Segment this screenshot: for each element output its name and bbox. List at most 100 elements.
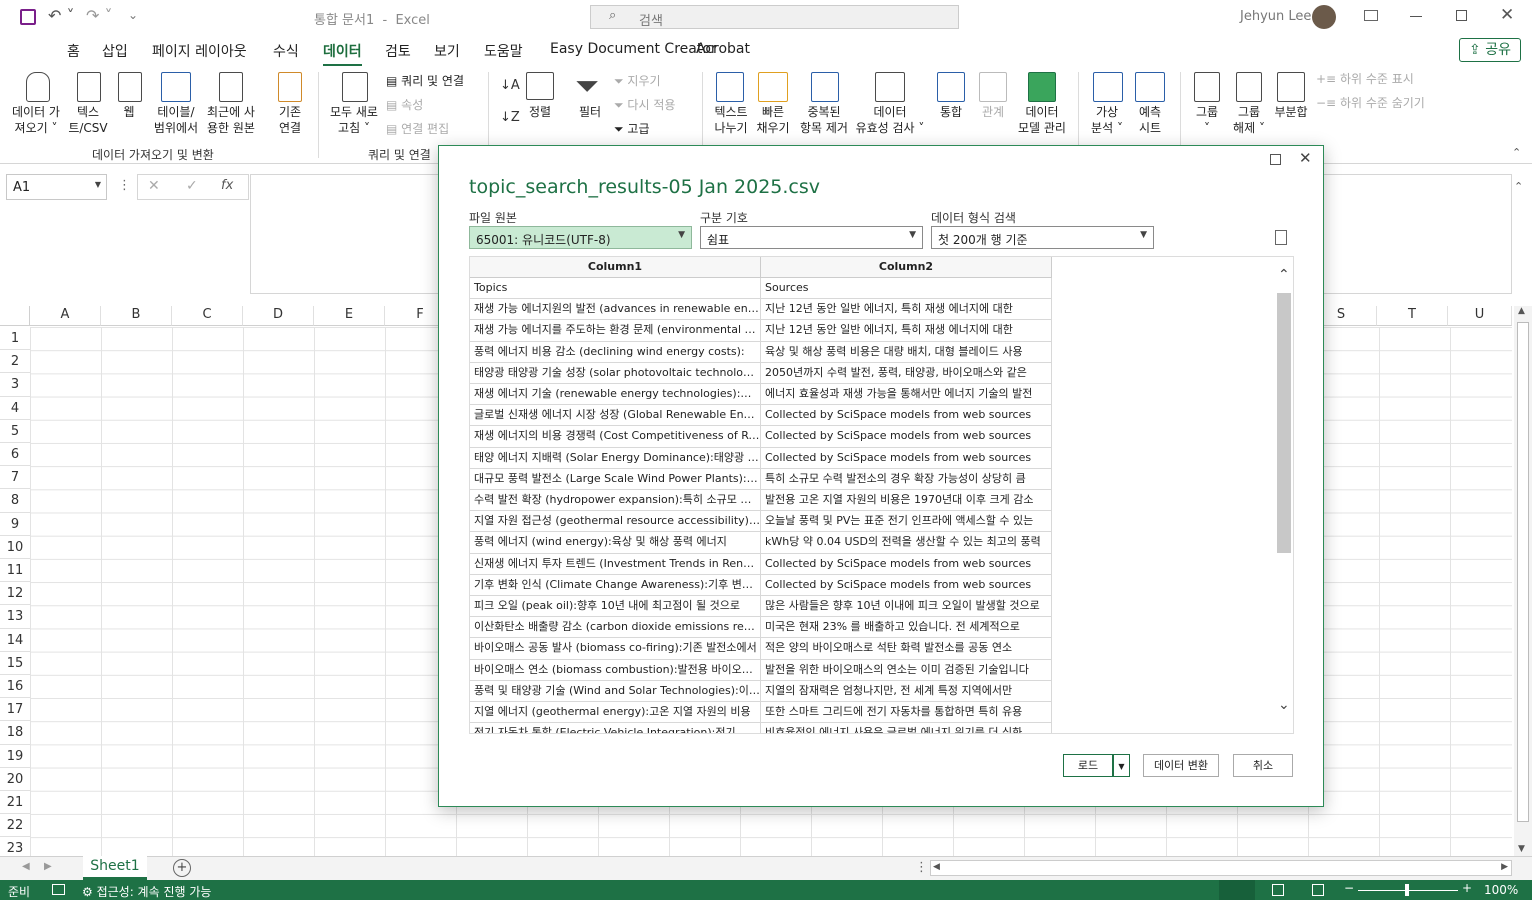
from-table-range-button[interactable]: 테이블/ 범위에서 <box>150 104 202 136</box>
enter-icon[interactable]: ✓ <box>186 178 198 194</box>
macro-icon[interactable] <box>52 884 65 895</box>
scroll-down-icon[interactable]: ▼ <box>1518 844 1525 854</box>
zoom-level[interactable]: 100% <box>1484 883 1518 897</box>
view-page-break-icon[interactable] <box>1312 884 1324 896</box>
row-header[interactable]: 12 <box>0 582 30 606</box>
ribbon-display-icon[interactable] <box>1364 10 1378 21</box>
load-dropdown-button[interactable]: ▼ <box>1113 754 1130 777</box>
row-header[interactable]: 13 <box>0 605 30 629</box>
tab-formulas[interactable]: 수식 <box>273 41 299 61</box>
properties-button[interactable]: ▤ 속성 <box>386 96 423 113</box>
minimize-icon[interactable] <box>1410 16 1422 17</box>
row-header[interactable]: 8 <box>0 489 30 513</box>
undo-icon[interactable]: ↶ ˅ <box>48 6 75 25</box>
refresh-preview-icon[interactable] <box>1275 230 1287 245</box>
tab-home[interactable]: 홈 <box>67 41 80 61</box>
horizontal-scrollbar[interactable]: ◀ ▶ <box>930 860 1512 876</box>
sheet-tab[interactable]: Sheet1 <box>83 856 147 880</box>
load-button[interactable]: 로드 <box>1063 754 1113 777</box>
view-page-layout-icon[interactable] <box>1272 884 1284 896</box>
show-detail-button[interactable]: +≡ 하위 수준 표시 <box>1316 70 1414 87</box>
refresh-all-button[interactable]: 모두 새로 고침 ˅ <box>324 104 384 136</box>
edit-links-button[interactable]: ▤ 연결 편집 <box>386 120 449 137</box>
tab-page-layout[interactable]: 페이지 레이아웃 <box>152 41 247 61</box>
save-icon[interactable] <box>20 9 36 25</box>
row-header[interactable]: 19 <box>0 745 30 768</box>
existing-connections-button[interactable]: 기존 연결 <box>268 104 312 136</box>
row-header[interactable]: 15 <box>0 652 30 675</box>
manage-data-model-button[interactable]: 데이터 모델 관리 <box>1010 104 1074 136</box>
row-header[interactable]: 2 <box>0 350 30 374</box>
row-header[interactable]: 17 <box>0 698 30 722</box>
tab-review[interactable]: 검토 <box>385 41 411 61</box>
scroll-right-icon[interactable]: ▶ <box>1501 862 1508 872</box>
maximize-icon[interactable] <box>1456 10 1467 21</box>
view-normal-icon[interactable] <box>1219 880 1255 900</box>
row-header[interactable]: 4 <box>0 397 30 420</box>
tab-data[interactable]: 데이터 <box>323 41 362 67</box>
column-header[interactable]: C <box>172 306 243 326</box>
column-header[interactable]: D <box>243 306 314 326</box>
row-header[interactable]: 20 <box>0 768 30 791</box>
sort-za-icon[interactable]: ↓Z <box>500 110 520 125</box>
row-header[interactable]: 10 <box>0 536 30 559</box>
preview-scrollbar[interactable]: ⌃ ⌄ <box>1274 257 1293 733</box>
delimiter-select[interactable]: 쉼표 ▼ <box>700 226 923 249</box>
user-name[interactable]: Jehyun Lee <box>1240 9 1311 24</box>
avatar[interactable] <box>1312 5 1336 29</box>
tab-view[interactable]: 보기 <box>434 41 460 61</box>
scroll-up-icon[interactable]: ⌃ <box>1278 267 1290 283</box>
forecast-sheet-button[interactable]: 예측 시트 <box>1132 104 1168 136</box>
hide-detail-button[interactable]: −≡ 하위 수준 숨기기 <box>1316 94 1425 111</box>
next-sheet-icon[interactable]: ▶ <box>44 861 52 872</box>
row-header[interactable]: 7 <box>0 466 30 490</box>
column-header[interactable]: A <box>30 306 101 326</box>
column-header[interactable]: U <box>1448 306 1512 326</box>
cancel-button[interactable]: 취소 <box>1233 754 1293 777</box>
group-button[interactable]: 그룹 ˅ <box>1190 104 1224 136</box>
file-origin-select[interactable]: 65001: 유니코드(UTF-8) ▼ <box>469 226 692 249</box>
clear-button[interactable]: ⏷ 지우기 <box>614 72 661 89</box>
sort-az-icon[interactable]: ↓A <box>500 78 520 93</box>
transform-data-button[interactable]: 데이터 변환 <box>1143 754 1219 777</box>
column-header[interactable]: T <box>1377 306 1448 326</box>
advanced-button[interactable]: ⏷ 고급 <box>614 120 650 137</box>
column-header[interactable]: B <box>101 306 172 326</box>
tab-insert[interactable]: 삽입 <box>102 41 128 61</box>
row-header[interactable]: 22 <box>0 814 30 838</box>
redo-icon[interactable]: ↷ ˅ <box>86 6 113 25</box>
row-header[interactable]: 21 <box>0 791 30 815</box>
flash-fill-button[interactable]: 빠른 채우기 <box>752 104 794 136</box>
sort-button[interactable]: 정렬 <box>524 104 556 120</box>
row-header[interactable]: 11 <box>0 559 30 583</box>
get-data-button[interactable]: 데이터 가 져오기 ˅ <box>6 104 66 136</box>
recent-sources-button[interactable]: 최근에 사 용한 원본 <box>202 104 260 136</box>
queries-connections-button[interactable]: ▤ 쿼리 및 연결 <box>386 72 464 89</box>
tab-easy-document-creator[interactable]: Easy Document Creator <box>550 41 717 57</box>
vertical-scrollbar[interactable]: ▲ ▼ <box>1514 306 1532 856</box>
consolidate-button[interactable]: 통합 <box>934 104 968 120</box>
ungroup-button[interactable]: 그룹 해제 ˅ <box>1226 104 1272 136</box>
collapse-formula-icon[interactable]: ⌃ <box>1514 180 1523 193</box>
insert-function-icon[interactable]: fx <box>221 178 233 193</box>
zoom-thumb[interactable] <box>1405 884 1409 896</box>
data-type-detection-select[interactable]: 첫 200개 행 기준 ▼ <box>931 226 1154 249</box>
name-box[interactable]: A1 ▼ <box>6 174 107 200</box>
row-header[interactable]: 18 <box>0 721 30 745</box>
reapply-button[interactable]: ⏷ 다시 적용 <box>614 96 675 113</box>
tab-acrobat[interactable]: Acrobat <box>696 41 750 57</box>
row-header[interactable]: 1 <box>0 327 30 351</box>
select-all[interactable] <box>0 306 30 326</box>
search-box[interactable]: ⌕ 검색 <box>590 5 959 29</box>
text-to-columns-button[interactable]: 텍스트 나누기 <box>706 104 756 136</box>
close-icon[interactable]: ✕ <box>1500 5 1514 25</box>
tab-help[interactable]: 도움말 <box>484 41 523 61</box>
row-header[interactable]: 6 <box>0 443 30 467</box>
maximize-icon[interactable] <box>1270 154 1281 165</box>
cancel-entry-icon[interactable]: ✕ <box>148 178 160 194</box>
remove-duplicates-button[interactable]: 중복된 항목 제거 <box>794 104 854 136</box>
what-if-analysis-button[interactable]: 가상 분석 ˅ <box>1084 104 1130 136</box>
row-header[interactable]: 16 <box>0 675 30 699</box>
relationships-button[interactable]: 관계 <box>976 104 1010 120</box>
scroll-left-icon[interactable]: ◀ <box>933 862 940 872</box>
